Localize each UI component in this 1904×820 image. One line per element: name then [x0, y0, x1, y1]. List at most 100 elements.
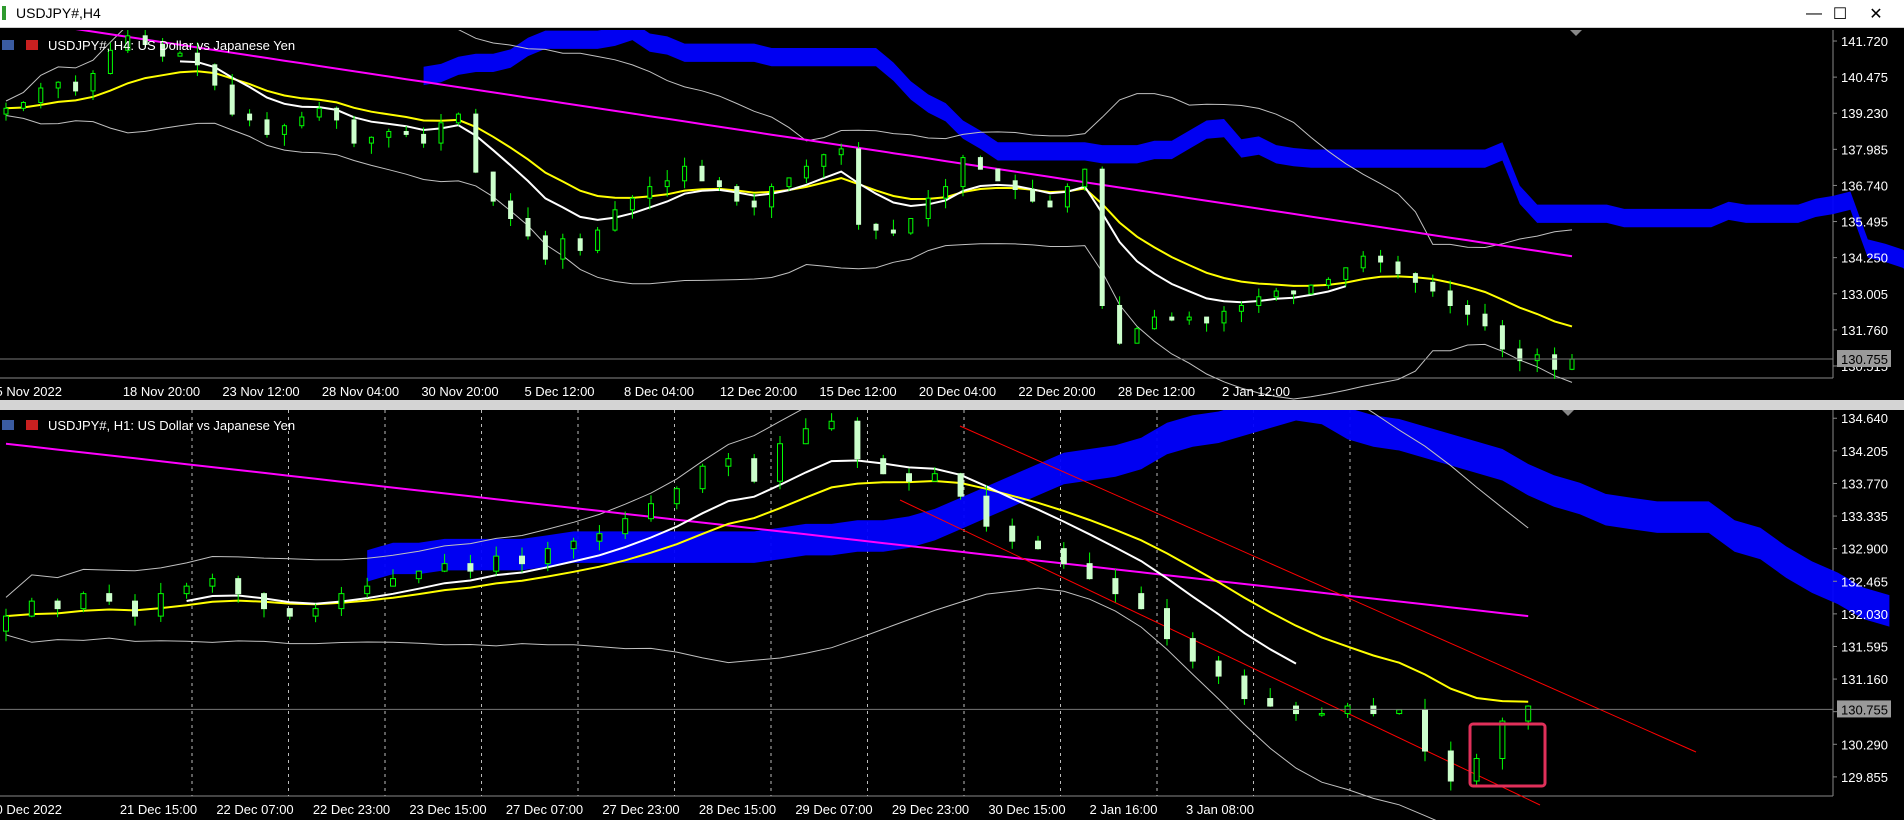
candle-body [473, 113, 479, 173]
candle-body [1552, 354, 1558, 370]
candle-body [777, 443, 783, 482]
candle-body [1291, 290, 1297, 295]
candle-body [438, 122, 444, 144]
candle-body [577, 238, 583, 251]
candle-body [1012, 180, 1018, 191]
window-titlebar: USDJPY#,H4 — ☐ ✕ [0, 0, 1904, 28]
chart-h1[interactable]: 134.640 134.205 133.770 133.335 132.900 132.4… [0, 410, 1904, 820]
candle-body [1447, 750, 1454, 782]
candle-body [247, 113, 253, 121]
candle-body [1186, 316, 1192, 321]
time-label: 20 Dec 04:00 [919, 384, 996, 399]
candle-body [28, 600, 35, 617]
candle-body [560, 238, 566, 260]
candle-body [699, 465, 706, 490]
time-label: 27 Dec 07:00 [506, 802, 583, 817]
price-label: 140.475 [1841, 70, 1888, 85]
candle-body [467, 563, 474, 572]
candle-body [493, 555, 500, 572]
chart-h1-canvas[interactable]: 134.640 134.205 133.770 133.335 132.900 132.4… [0, 410, 1904, 820]
candle-body [1465, 305, 1471, 315]
candle-body [157, 593, 164, 617]
chart-type-icon [26, 40, 38, 50]
candle-body [54, 600, 61, 610]
candle-body [490, 171, 496, 202]
time-label: 23 Dec 15:00 [409, 802, 486, 817]
price-label: 134.250 [1841, 251, 1888, 266]
candle-body [1396, 709, 1403, 715]
candle-body [1447, 290, 1453, 306]
time-label: 23 Nov 12:00 [222, 384, 299, 399]
price-label: 137.985 [1841, 142, 1888, 157]
flag-icon [2, 420, 14, 430]
time-label: 12 Dec 20:00 [720, 384, 797, 399]
candle-body [1360, 255, 1366, 269]
price-label: 133.335 [1841, 509, 1888, 524]
maximize-button[interactable]: ☐ [1822, 3, 1858, 25]
time-label: 21 Dec 15:00 [120, 802, 197, 817]
candle-body [908, 218, 914, 234]
candle-body [1308, 284, 1314, 295]
candle-body [890, 229, 896, 234]
candle-body [828, 420, 835, 430]
candle-body [364, 585, 371, 595]
chart-splitter[interactable] [0, 400, 1904, 410]
candle-body [699, 165, 705, 182]
candle-body [983, 495, 990, 527]
candle-body [209, 578, 216, 587]
candle-body [261, 593, 267, 610]
time-label: 5 Dec 12:00 [524, 384, 594, 399]
candle-body [525, 218, 531, 237]
candle-body [90, 73, 96, 92]
candle-body [1221, 310, 1227, 324]
chart-h4-canvas[interactable]: 141.720 140.475 139.230 137.985 136.740 135.4… [0, 30, 1904, 400]
price-label: 134.205 [1841, 444, 1888, 459]
candle-body [629, 197, 635, 211]
candle-body [1215, 660, 1222, 677]
time-label: 22 Dec 20:00 [1018, 384, 1095, 399]
candle-body [194, 52, 200, 66]
candle-body [1082, 168, 1088, 188]
time-label: 15 Dec 12:00 [819, 384, 896, 399]
time-label: 27 Dec 23:00 [602, 802, 679, 817]
chart-symbol-label: USDJPY#, H1: US Dollar vs Japanese Yen [48, 418, 295, 433]
candle-body [821, 154, 827, 167]
candle-body [508, 200, 514, 220]
chart-background [0, 410, 1904, 820]
candle-body [1169, 316, 1175, 321]
price-label: 136.740 [1841, 178, 1888, 193]
candle-body [977, 157, 983, 170]
candle-body [1164, 608, 1170, 640]
chart-h4[interactable]: 141.720 140.475 139.230 137.985 136.740 135.4… [0, 30, 1904, 400]
candle-body [299, 116, 305, 127]
candle-body [55, 81, 61, 89]
current-price-label: 130.755 [1841, 352, 1888, 367]
candle-body [519, 555, 525, 565]
candle-body [390, 578, 396, 587]
candle-body [542, 235, 548, 260]
time-label: 15 Nov 2022 [0, 384, 62, 399]
flag-icon [2, 40, 14, 50]
chart-app-icon [2, 6, 6, 20]
candle-body [960, 157, 966, 188]
candle-body [106, 593, 113, 602]
candle-body [1060, 548, 1067, 565]
candle-body [1473, 758, 1480, 782]
current-price-label: 130.755 [1841, 702, 1888, 717]
time-label: 28 Dec 12:00 [1118, 384, 1195, 399]
candle-body [856, 148, 862, 225]
close-button[interactable]: ✕ [1858, 3, 1894, 25]
time-label: 8 Dec 04:00 [624, 384, 694, 399]
candle-body [107, 49, 113, 74]
candle-body [421, 133, 427, 144]
time-label: 30 Nov 20:00 [421, 384, 498, 399]
candle-body [725, 458, 732, 467]
chart-type-icon [26, 420, 38, 430]
candle-body [769, 186, 775, 208]
time-label: 20 Dec 2022 [0, 802, 62, 817]
candle-body [1412, 273, 1418, 283]
candle-body [854, 420, 861, 460]
candle-body [622, 518, 629, 535]
chart-symbol-label: USDJPY#, H4: US Dollar vs Japanese Yen [48, 38, 295, 53]
candle-body [1318, 713, 1325, 716]
